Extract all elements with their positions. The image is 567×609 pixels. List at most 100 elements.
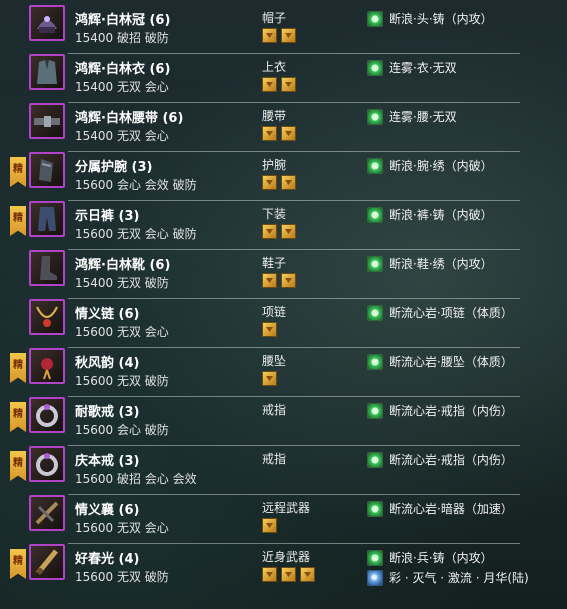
enchant-icon[interactable] <box>367 59 383 76</box>
gem-icon[interactable] <box>281 224 296 239</box>
ring-icon[interactable] <box>29 446 65 482</box>
equipment-row[interactable]: 鸿辉·白林冠 (6) 15400 破招 破防 帽子 断浪·头·铸（内攻） <box>0 0 567 49</box>
equipment-row[interactable]: 情义链 (6) 15600 无双 会心 项链 断流心岩·项链（体质） <box>0 294 567 343</box>
gem-icon[interactable] <box>262 567 277 582</box>
pants-icon[interactable] <box>29 201 65 237</box>
melee-weapon-icon[interactable] <box>29 544 65 580</box>
enchant: 连雾·腰·无双 <box>367 106 457 125</box>
refined-badge: 精 <box>10 206 26 236</box>
equipment-row[interactable]: 鸿辉·白林腰带 (6) 15400 无双 会心 腰带 连雾·腰·无双 <box>0 98 567 147</box>
hat-icon[interactable] <box>29 5 65 41</box>
enchant-icon[interactable] <box>367 304 383 321</box>
item-attributes: 15400 无双 破防 <box>75 276 169 290</box>
row-divider <box>68 298 520 299</box>
gem-icon[interactable] <box>281 175 296 190</box>
enchant: 断浪·鞋·绣（内攻） <box>367 253 493 272</box>
pendant-icon[interactable] <box>29 348 65 384</box>
gem-icon[interactable] <box>281 28 296 43</box>
row-divider <box>68 102 520 103</box>
row-divider <box>68 249 520 250</box>
equipment-row[interactable]: 精 耐歌戒 (3) 15600 会心 破防 戒指 断流心岩·戒指（内伤） <box>0 392 567 441</box>
enchant-label: 断浪·头·铸（内攻） <box>389 12 493 26</box>
color-enchant-label: 彩 · 灭气 · 激流 · 月华(陆) <box>389 571 529 585</box>
gem-slots <box>262 273 300 290</box>
gem-icon[interactable] <box>262 224 277 239</box>
enchant: 连雾·衣·无双 <box>367 57 457 76</box>
item-attributes: 15600 无双 会心 <box>75 521 169 535</box>
enchant-label: 连雾·腰·无双 <box>389 110 457 124</box>
gem-icon[interactable] <box>281 567 296 582</box>
gem-icon[interactable] <box>262 322 277 337</box>
enchant: 断流心岩·戒指（内伤） <box>367 449 513 468</box>
equipment-row[interactable]: 鸿辉·白林衣 (6) 15400 无双 会心 上衣 连雾·衣·无双 <box>0 49 567 98</box>
gem-slots <box>262 322 281 339</box>
gem-icon[interactable] <box>262 371 277 386</box>
item-slot: 近身武器 <box>262 550 311 564</box>
enchant-label: 断流心岩·戒指（内伤） <box>389 453 513 467</box>
gem-icon[interactable] <box>300 567 315 582</box>
enchant-label: 断流心岩·项链（体质） <box>389 306 513 320</box>
item-name: 示日裤 (3) <box>75 209 140 224</box>
bracer-icon[interactable] <box>29 152 65 188</box>
refined-badge: 精 <box>10 402 26 432</box>
equipment-row[interactable]: 精 示日裤 (3) 15600 无双 会心 破防 下装 断浪·裤·铸（内破） <box>0 196 567 245</box>
gem-slots <box>262 28 300 45</box>
gem-icon[interactable] <box>262 28 277 43</box>
gem-icon[interactable] <box>281 126 296 141</box>
item-attributes: 15600 会心 会效 破防 <box>75 178 197 192</box>
ring-icon[interactable] <box>29 397 65 433</box>
enchant-icon[interactable] <box>367 402 383 419</box>
item-slot: 鞋子 <box>262 256 287 270</box>
gem-icon[interactable] <box>281 77 296 92</box>
row-divider <box>68 445 520 446</box>
robe-icon[interactable] <box>29 54 65 90</box>
item-name: 情义襄 (6) <box>75 503 140 518</box>
color-enchant-icon[interactable] <box>367 569 383 586</box>
enchant-icon[interactable] <box>367 451 383 468</box>
equipment-row[interactable]: 精 秋风韵 (4) 15600 无双 破防 腰坠 断流心岩·腰坠（体质） <box>0 343 567 392</box>
gem-icon[interactable] <box>262 518 277 533</box>
color-enchant: 彩 · 灭气 · 激流 · 月华(陆) <box>367 567 529 586</box>
gem-icon[interactable] <box>262 175 277 190</box>
gem-slots <box>262 371 281 388</box>
enchant-icon[interactable] <box>367 157 383 174</box>
boots-icon[interactable] <box>29 250 65 286</box>
equipment-row[interactable]: 鸿辉·白林靴 (6) 15400 无双 破防 鞋子 断浪·鞋·绣（内攻） <box>0 245 567 294</box>
enchant-label: 断浪·腕·绣（内破） <box>389 159 493 173</box>
item-slot: 项链 <box>262 305 287 319</box>
item-slot: 帽子 <box>262 11 287 25</box>
gem-icon[interactable] <box>262 126 277 141</box>
refined-badge: 精 <box>10 451 26 481</box>
gem-icon[interactable] <box>262 77 277 92</box>
row-divider <box>68 396 520 397</box>
necklace-icon[interactable] <box>29 299 65 335</box>
enchant-icon[interactable] <box>367 549 383 566</box>
row-divider <box>68 200 520 201</box>
equipment-row[interactable]: 精 分属护腕 (3) 15600 会心 会效 破防 护腕 断浪·腕·绣（内破） <box>0 147 567 196</box>
enchant-icon[interactable] <box>367 108 383 125</box>
item-attributes: 15600 会心 破防 <box>75 423 169 437</box>
enchant: 断流心岩·暗器（加速） <box>367 498 513 517</box>
enchant-label: 断流心岩·暗器（加速） <box>389 502 513 516</box>
equipment-row[interactable]: 情义襄 (6) 15600 无双 会心 远程武器 断流心岩·暗器（加速） <box>0 490 567 539</box>
item-name: 庆本戒 (3) <box>75 454 140 469</box>
equipment-row[interactable]: 精 好春光 (4) 15600 无双 破防 近身武器 断浪·兵·铸（内攻） 彩 · 灭气 … <box>0 539 567 588</box>
enchant-icon[interactable] <box>367 500 383 517</box>
enchant-icon[interactable] <box>367 255 383 272</box>
item-attributes: 15600 无双 破防 <box>75 570 169 584</box>
gem-icon[interactable] <box>262 273 277 288</box>
enchant-label: 连雾·衣·无双 <box>389 61 457 75</box>
belt-icon[interactable] <box>29 103 65 139</box>
enchant: 断流心岩·戒指（内伤） <box>367 400 513 419</box>
gem-slots <box>262 175 300 192</box>
item-attributes: 15400 无双 会心 <box>75 80 169 94</box>
item-name: 好春光 (4) <box>75 552 140 567</box>
enchant-icon[interactable] <box>367 206 383 223</box>
enchant-icon[interactable] <box>367 353 383 370</box>
gem-icon[interactable] <box>281 273 296 288</box>
equipment-row[interactable]: 精 庆本戒 (3) 15600 破招 会心 会效 戒指 断流心岩·戒指（内伤） <box>0 441 567 490</box>
item-slot: 上衣 <box>262 60 287 74</box>
enchant-icon[interactable] <box>367 10 383 27</box>
ranged-weapon-icon[interactable] <box>29 495 65 531</box>
item-attributes: 15600 无双 破防 <box>75 374 169 388</box>
